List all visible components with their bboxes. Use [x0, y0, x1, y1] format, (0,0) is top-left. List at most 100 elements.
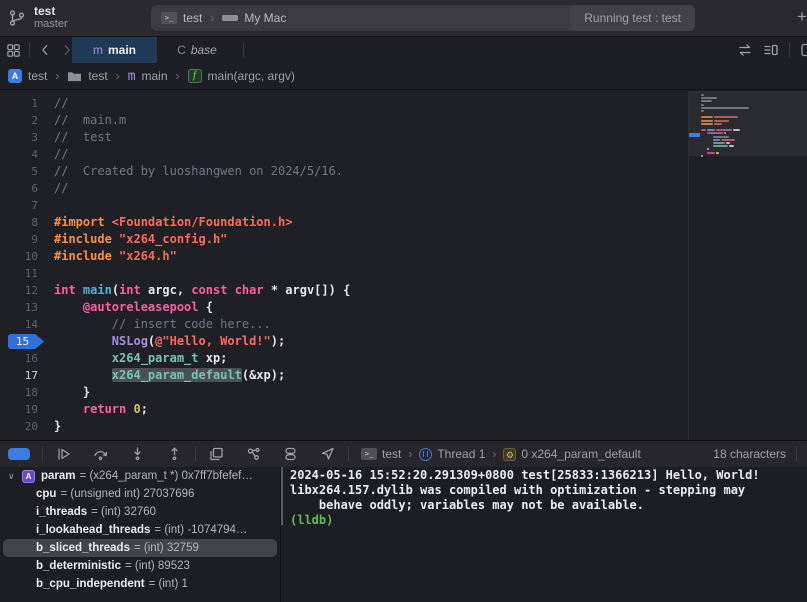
code-line[interactable]: 15 NSLog(@"Hello, World!");: [0, 333, 688, 350]
code-line[interactable]: 7: [0, 197, 688, 214]
console-output[interactable]: 2024-05-16 15:52:20.291309+0800 test[258…: [284, 467, 807, 602]
variable-row[interactable]: i_threads= (int) 32760: [3, 503, 277, 521]
jumpbar-item-project[interactable]: test: [28, 69, 47, 83]
code-lines[interactable]: 1//2// main.m3// test4//5// Created by l…: [0, 95, 688, 435]
line-number[interactable]: 19: [0, 401, 46, 418]
memory-graph-icon[interactable]: [245, 446, 262, 462]
breakpoints-toggle-button[interactable]: [8, 448, 30, 460]
variable-row[interactable]: i_lookahead_threads= (int) -1074794…: [3, 521, 277, 539]
line-number[interactable]: 8: [0, 214, 46, 231]
line-number[interactable]: 17: [0, 367, 46, 384]
continue-button[interactable]: [55, 446, 72, 462]
variable-name: b_cpu_independent: [36, 578, 145, 590]
app-icon: A: [8, 69, 22, 83]
code-line[interactable]: 18 }: [0, 384, 688, 401]
jumpbar-item-symbol[interactable]: main(argc, argv): [208, 69, 295, 83]
code-line[interactable]: 1//: [0, 95, 688, 112]
code-line[interactable]: 17 x264_param_default(&xp);: [0, 367, 688, 384]
line-number[interactable]: 1: [0, 95, 46, 112]
variable-row[interactable]: b_cpu_independent= (int) 1: [3, 575, 277, 593]
line-number[interactable]: 6: [0, 180, 46, 197]
code-line[interactable]: 9#include "x264_config.h": [0, 231, 688, 248]
variables-view[interactable]: ∨Aparam= (x264_param_t *) 0x7ff7bfefef…c…: [0, 467, 281, 602]
line-number[interactable]: 18: [0, 384, 46, 401]
library-add-button[interactable]: +: [797, 7, 807, 27]
code-line[interactable]: 2// main.m: [0, 112, 688, 129]
line-number[interactable]: 14: [0, 316, 46, 333]
code-line[interactable]: 3// test: [0, 129, 688, 146]
code-line[interactable]: 6//: [0, 180, 688, 197]
debug-frame-label[interactable]: 0 x264_param_default: [521, 447, 640, 461]
tab-main[interactable]: m main: [72, 37, 157, 63]
code-line[interactable]: 20}: [0, 418, 688, 435]
scheme-target-label[interactable]: test: [183, 11, 202, 25]
code-line[interactable]: 10#include "x264.h": [0, 248, 688, 265]
debug-thread-label[interactable]: Thread 1: [437, 447, 485, 461]
code-line[interactable]: 12int main(int argc, const char * argv[]…: [0, 282, 688, 299]
folder-icon: [67, 70, 82, 82]
code-editor[interactable]: 1//2// main.m3// test4//5// Created by l…: [0, 91, 807, 440]
code-line[interactable]: 5// Created by luoshangwen on 2024/5/16.: [0, 163, 688, 180]
simulate-location-icon[interactable]: [319, 446, 336, 462]
line-number[interactable]: 2: [0, 112, 46, 129]
project-header[interactable]: test master: [8, 4, 68, 31]
jumpbar-item-group[interactable]: test: [88, 69, 107, 83]
view-debugger-icon[interactable]: [208, 446, 225, 462]
editor-grid-icon[interactable]: [6, 43, 21, 58]
line-number[interactable]: 10: [0, 248, 46, 265]
line-number[interactable]: 12: [0, 282, 46, 299]
minimap-line: [701, 110, 704, 112]
step-out-button[interactable]: [166, 446, 183, 462]
activity-viewer[interactable]: Running test : test: [570, 5, 695, 31]
variable-row[interactable]: b_sliced_threads= (int) 32759: [3, 539, 277, 557]
variable-value: = (int) -1074794…: [154, 524, 247, 536]
breakpoint-badge[interactable]: 15: [8, 334, 44, 349]
back-chevron-icon[interactable]: [38, 43, 52, 57]
line-number[interactable]: 7: [0, 197, 46, 214]
code-line[interactable]: 19 return 0;: [0, 401, 688, 418]
add-editor-icon[interactable]: [800, 42, 807, 58]
line-number[interactable]: 11: [0, 265, 46, 282]
variable-row[interactable]: ∨Aparam= (x264_param_t *) 0x7ff7bfefef…: [3, 467, 277, 485]
code-line[interactable]: 14 // insert code here...: [0, 316, 688, 333]
line-number[interactable]: 9: [0, 231, 46, 248]
minimap[interactable]: [688, 91, 807, 440]
step-over-button[interactable]: [92, 446, 109, 462]
console-scrollbar[interactable]: [281, 467, 283, 525]
line-number[interactable]: 13: [0, 299, 46, 316]
editor-options-icon[interactable]: [763, 42, 779, 58]
minimap-line: [716, 129, 732, 131]
step-into-button[interactable]: [129, 446, 146, 462]
divider: [789, 43, 790, 57]
code-line[interactable]: 13 @autoreleasepool {: [0, 299, 688, 316]
line-number[interactable]: 4: [0, 146, 46, 163]
line-number[interactable]: 16: [0, 350, 46, 367]
tab-base[interactable]: C base: [157, 37, 237, 63]
line-number[interactable]: 15: [0, 333, 46, 350]
scheme-selector[interactable]: >_ test › My Mac Running test : test: [151, 5, 695, 31]
disclosure-chevron-icon[interactable]: ∨: [8, 471, 22, 482]
code-text: // Created by luoshangwen on 2024/5/16.: [46, 163, 343, 180]
scheme-destination-label[interactable]: My Mac: [244, 11, 286, 25]
jumpbar-item-file[interactable]: main: [142, 69, 168, 83]
variable-row[interactable]: b_deterministic= (int) 89523: [3, 557, 277, 575]
variable-name: param: [41, 470, 76, 482]
environment-overrides-icon[interactable]: [282, 446, 299, 462]
variable-name: i_threads: [36, 506, 87, 518]
line-number[interactable]: 3: [0, 129, 46, 146]
code-line[interactable]: 8#import <Foundation/Foundation.h>: [0, 214, 688, 231]
code-line[interactable]: 4//: [0, 146, 688, 163]
line-number[interactable]: 20: [0, 418, 46, 435]
code-line[interactable]: 11: [0, 265, 688, 282]
debug-target-label[interactable]: test: [382, 447, 401, 461]
code-text: #include "x264_config.h": [46, 231, 227, 248]
minimap-line: [701, 123, 713, 125]
minimap-line: [714, 123, 722, 125]
swap-editor-icon[interactable]: [737, 42, 753, 58]
line-number[interactable]: 5: [0, 163, 46, 180]
function-icon: f: [188, 69, 202, 83]
minimap-line: [729, 145, 734, 147]
scheme-target-destination[interactable]: >_ test › My Mac: [151, 11, 286, 25]
variable-row[interactable]: cpu= (unsigned int) 27037696: [3, 485, 277, 503]
code-line[interactable]: 16 x264_param_t xp;: [0, 350, 688, 367]
